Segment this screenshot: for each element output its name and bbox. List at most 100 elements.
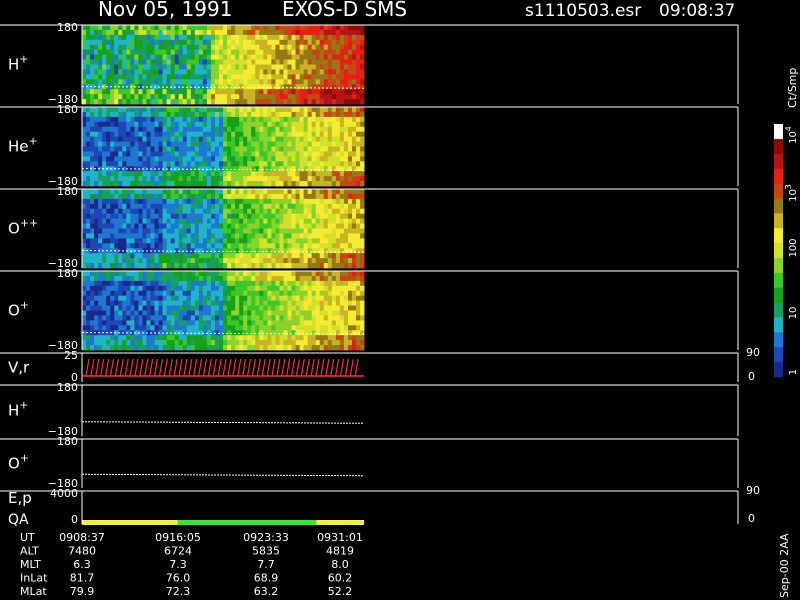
spectrogram-cell [360,243,365,249]
spectrogram-cell [154,64,159,70]
spectrogram-cell [134,136,139,142]
spectrogram-cell [275,290,280,297]
spectrogram-cell [263,136,268,142]
spectrogram-cell [255,39,260,46]
spectrogram-cell [275,218,280,224]
spectrogram-cell [214,64,220,70]
spectrogram-cell [118,320,123,326]
spectrogram-cell [323,258,329,264]
spectrogram-cell [174,325,180,331]
spectrogram-cell [223,111,228,118]
spectrogram-cell [239,228,244,234]
spectrogram-cell [130,233,135,239]
trace-6 [81,473,365,477]
spectrogram-cell [275,156,280,162]
spectrogram-cell [162,161,168,167]
spectrogram-cell [219,107,224,113]
spectrogram-cell [287,325,292,331]
spectrogram-cell [106,29,111,36]
spectrogram-cell [356,171,361,177]
spectrogram-cell [166,29,172,36]
spectrogram-cell [319,258,325,264]
spectrogram-cell [122,193,127,200]
spectrogram-cell [299,161,305,167]
spectrogram-cell [291,181,296,187]
spectrogram-cell [86,151,91,157]
spectrogram-cell [247,111,252,118]
spectrogram-cell [347,335,353,341]
spectrogram-cell [126,285,131,292]
spectrogram-cell [186,156,192,162]
spectrogram-cell [347,243,353,249]
spectrogram-cell [122,189,127,195]
spectrogram-cell [174,171,180,177]
spectrogram-cell [134,193,139,200]
spectrogram-cell [210,74,216,80]
spectrogram-cell [247,203,252,210]
spectrogram-cell [82,198,87,205]
spectrogram-cell [210,325,216,331]
spectrogram-cell [295,44,300,51]
spectrogram-cell [231,340,236,346]
spectrogram-cell [307,248,313,254]
spectrogram-cell [339,99,345,105]
spectrogram-cell [251,176,256,182]
spectrogram-cell [327,285,333,292]
spectrogram-cell [106,275,111,282]
spectrogram-cell [271,59,276,65]
spectrogram-cell [98,54,103,60]
spectrogram-cell [130,156,135,162]
spectrogram-cell [327,156,333,162]
spectrogram-cell [291,156,296,162]
spectrogram-cell [356,290,361,297]
spectrogram-cell [255,193,260,200]
spectrogram-cell [283,300,288,306]
spectrogram-cell [351,243,357,249]
spectrogram-cell [154,107,159,113]
spectrogram-cell [303,320,309,326]
spectrogram-cell [279,151,284,157]
spectrogram-cell [255,89,260,95]
spectrogram-cell [122,203,127,210]
spectrogram-cell [263,151,268,157]
spectrogram-cell [299,320,305,326]
spectrogram-cell [231,136,236,142]
spectrogram-cell [166,146,172,152]
spectrogram-cell [134,94,139,100]
spectrogram-cell [295,49,300,56]
spectrogram-cell [339,84,345,90]
spectrogram-cell [178,305,184,311]
spectrogram-cell [267,300,272,306]
spectrogram-cell [90,193,95,200]
spectrogram-cell [283,161,288,167]
spectrogram-cell [235,107,240,113]
spectrogram-cell [351,116,357,123]
spectrogram-cell [343,335,349,341]
spectrogram-cell [166,141,172,147]
spectrogram-cell [339,253,345,259]
spectrogram-cell [130,218,135,224]
spectrogram-cell [339,181,345,187]
trace-line [81,421,365,424]
spectrogram-cell [267,325,272,331]
spectrogram-cell [118,49,123,56]
spectrogram-cell [194,111,200,118]
spectrogram-cell [339,213,345,220]
spectrogram-cell [162,310,168,316]
spectrogram-cell [235,345,240,351]
spectrogram-cell [251,248,256,254]
spectrogram-cell [223,238,228,244]
spectrogram-cell [194,64,200,70]
spectrogram-cell [263,275,268,282]
spectrogram-cell [82,69,87,75]
spectrogram-cell [335,310,341,316]
spectrogram-cell [283,151,288,157]
spectrogram-cell [291,238,296,244]
spectrogram-cell [166,258,172,264]
spectrogram-cell [114,193,119,200]
spectrogram-cell [174,271,180,277]
spectrogram-cell [319,126,325,133]
spectrogram-cell [231,305,236,311]
spectrogram-cell [94,116,99,123]
spectrogram-cell [275,111,280,118]
